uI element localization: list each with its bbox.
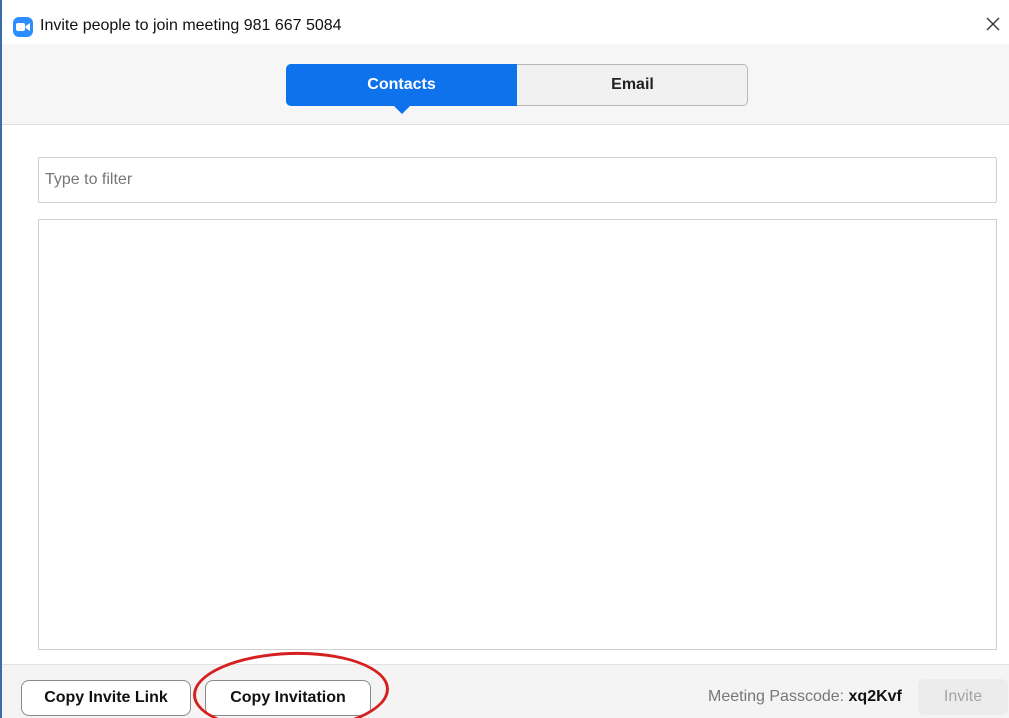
tab-header: Contacts Email bbox=[2, 44, 1009, 125]
tab-contacts[interactable]: Contacts bbox=[286, 64, 517, 106]
tab-switcher: Contacts Email bbox=[286, 64, 748, 106]
passcode-value: xq2Kvf bbox=[848, 688, 902, 705]
copy-invitation-button[interactable]: Copy Invitation bbox=[205, 680, 371, 716]
active-tab-pointer bbox=[394, 106, 410, 114]
close-button[interactable] bbox=[979, 10, 1007, 38]
copy-invite-link-button[interactable]: Copy Invite Link bbox=[21, 680, 191, 716]
zoom-camera-icon bbox=[13, 17, 33, 37]
meeting-passcode: Meeting Passcode: xq2Kvf bbox=[708, 688, 902, 706]
filter-input[interactable] bbox=[38, 157, 997, 203]
tab-email[interactable]: Email bbox=[517, 64, 748, 106]
window-title: Invite people to join meeting 981 667 50… bbox=[40, 17, 342, 34]
contacts-list[interactable] bbox=[38, 219, 997, 650]
title-bar: Invite people to join meeting 981 667 50… bbox=[2, 0, 1009, 44]
close-icon bbox=[986, 17, 1000, 31]
invite-button[interactable]: Invite bbox=[918, 679, 1008, 715]
invite-dialog: Invite people to join meeting 981 667 50… bbox=[0, 0, 1009, 718]
passcode-label: Meeting Passcode: bbox=[708, 688, 845, 705]
